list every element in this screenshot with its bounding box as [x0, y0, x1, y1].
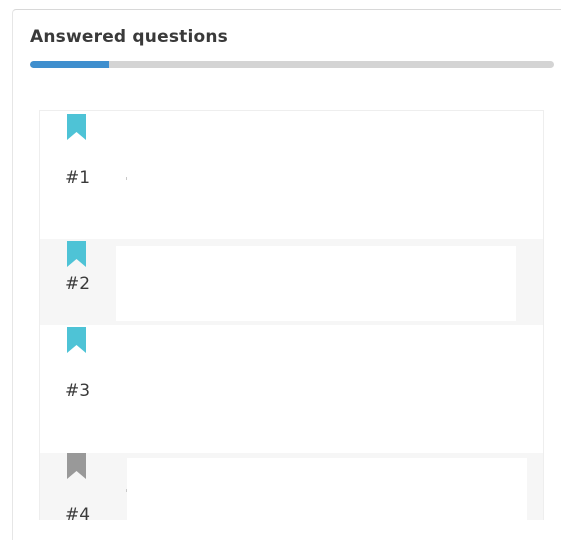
answer-marker — [126, 177, 127, 180]
bookmark-icon[interactable] — [67, 327, 86, 353]
bookmark-icon[interactable] — [67, 241, 86, 267]
answer-area[interactable] — [116, 246, 516, 321]
question-row[interactable]: #4 — [40, 453, 543, 520]
bookmark-icon[interactable] — [67, 114, 86, 140]
question-row[interactable]: #2 — [40, 239, 543, 325]
question-row[interactable]: #3 — [40, 325, 543, 453]
progress-bar — [30, 61, 554, 68]
question-number: #2 — [65, 274, 91, 294]
answer-area[interactable] — [127, 458, 527, 520]
progress-bar-fill — [30, 61, 109, 68]
question-number: #1 — [65, 168, 91, 188]
bookmark-icon[interactable] — [67, 453, 86, 479]
question-list: #1 #2 #3 #4 — [39, 110, 544, 520]
question-number: #3 — [65, 381, 91, 401]
section-title: Answered questions — [30, 27, 228, 47]
question-number: #4 — [65, 505, 91, 520]
question-row[interactable]: #1 — [40, 111, 543, 239]
